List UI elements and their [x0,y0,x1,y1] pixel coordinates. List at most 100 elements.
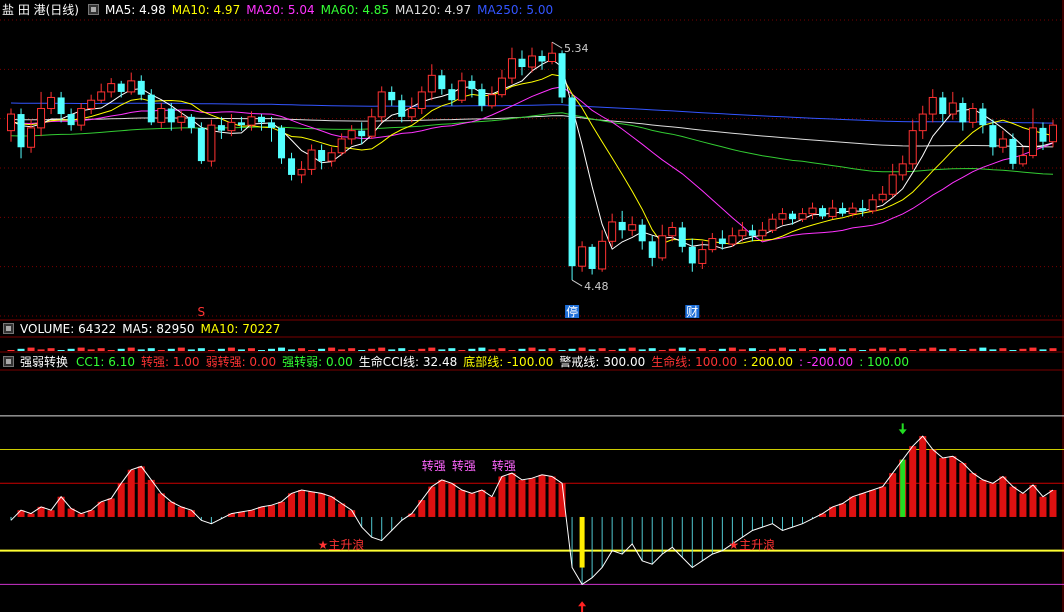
volume-bar [157,350,165,351]
volume-bar [177,347,185,351]
candle-body [989,125,997,148]
volume-bar [819,348,827,351]
volume-bar [37,349,45,351]
candle-body [948,102,957,115]
high-label: 5.34 [564,42,589,55]
candle-body [678,227,686,247]
volume-bar [999,348,1007,351]
candle [257,114,265,131]
indicator-legend-item: : 100.00 [859,355,909,369]
volume-bar [408,350,416,351]
volume-bar [1009,350,1017,351]
settings-icon[interactable] [3,356,14,367]
ma60-line [10,112,1054,175]
candle-body [798,213,807,220]
candle [157,102,166,128]
candle-body [688,246,696,264]
volume-bar [748,348,756,351]
volume-legend-item: VOLUME: 64322 [20,322,116,336]
candle-body [167,108,175,123]
volume-legend-label: VOLUME: [20,322,79,336]
marker-finance: 财 [686,305,698,319]
cci-bar-positive [468,493,476,517]
candle [939,91,947,123]
volume-bar [308,350,316,351]
candle [278,125,286,164]
candle-body [778,213,787,220]
cci-bar-positive [859,493,867,517]
candle [868,194,877,214]
candle [367,108,376,139]
cci-bar-positive [478,490,486,517]
candle [187,114,195,134]
volume-bar [929,347,937,351]
cci-bar-positive [979,479,987,517]
volume-bar [518,348,526,351]
cci-bar-positive [1039,496,1047,517]
candle [768,213,777,234]
candle [678,221,686,253]
candle [37,91,46,137]
candle-body [468,80,476,90]
candle [918,105,927,139]
volume-bar [257,350,265,351]
candle-body [738,229,747,237]
volume-bar [247,348,255,351]
indicator-legend-value: 100.00 [867,355,910,369]
candle [107,78,116,98]
candle-body [918,113,927,132]
candle-body [939,97,947,115]
candle [998,130,1007,153]
volume-bar [267,348,276,351]
volume-bar [548,348,556,351]
volume-bar [67,348,75,351]
candle [1018,147,1027,167]
candle-body [117,83,125,92]
volume-bar [288,349,296,351]
candle [898,155,907,181]
candle [568,94,576,281]
candle [748,224,756,242]
candle-body [497,77,506,96]
ma-legend-value: 4.98 [139,3,166,17]
volume-bar [97,348,105,351]
cci-bar-positive [919,436,927,517]
candle-body [859,208,867,211]
settings-icon[interactable] [88,4,99,15]
volume-bar [668,348,676,351]
volume-bar [648,348,656,351]
candle-body [288,158,296,175]
candle-body [558,53,566,98]
volume-bar [448,348,456,351]
candle-body [878,193,887,201]
settings-icon[interactable] [3,323,14,334]
low-label: 4.48 [584,280,609,293]
candle-body [728,235,737,245]
candle-body [97,91,106,101]
volume-bar [217,348,225,351]
annotations: 5.34 4.48 S 停 财 [198,41,700,319]
volume-bar [398,348,406,351]
volume-bar [688,349,696,351]
volume-bar [278,347,286,351]
volume-bar [869,348,877,351]
cci-bar-positive [177,506,185,517]
volume-bar [738,349,746,351]
volume-bar [889,349,897,351]
volume-bar [298,348,306,351]
cci-bar-positive [448,483,456,517]
candle-body [307,149,316,170]
cci-bar-positive [929,449,937,517]
volume-bar [608,350,616,351]
indicator-legend-item: : -200.00 [799,355,853,369]
ma-legend-value: 4.97 [213,3,241,17]
candle [758,221,767,242]
candle-body [37,108,46,129]
up-arrow-icon [578,601,587,612]
volume-bar [498,348,506,351]
cci-bar-positive [488,496,496,517]
panel-frames [0,0,1064,612]
candle-body [507,58,516,79]
candle-body [177,116,186,123]
candle-body [347,130,356,140]
